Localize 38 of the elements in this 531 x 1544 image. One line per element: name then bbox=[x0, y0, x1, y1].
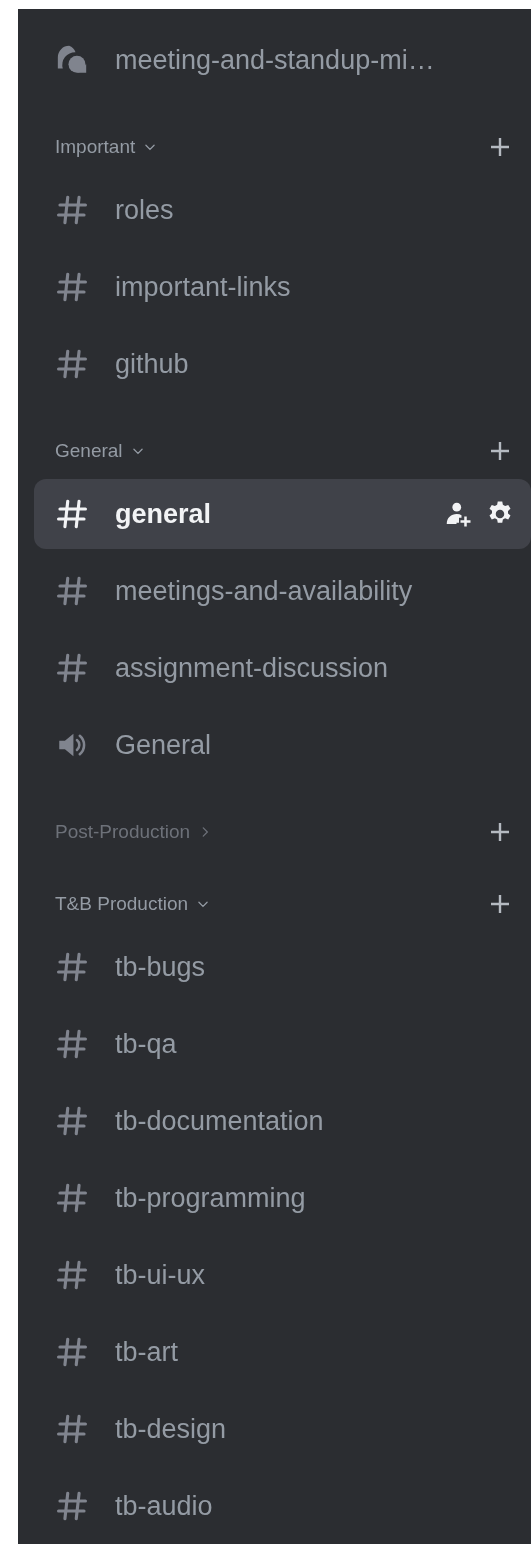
channel-item[interactable]: tb-ui-ux bbox=[34, 1240, 531, 1310]
channel-item[interactable]: important-links bbox=[34, 252, 531, 322]
category-header[interactable]: T&B Production bbox=[55, 893, 211, 915]
channel-item[interactable]: github bbox=[34, 329, 531, 399]
hash-icon bbox=[55, 347, 89, 381]
channel-item[interactable]: tb-qa bbox=[34, 1009, 531, 1079]
channel-item[interactable]: tb-programming bbox=[34, 1163, 531, 1233]
category-header[interactable]: Important bbox=[55, 136, 158, 158]
hash-icon bbox=[55, 193, 89, 227]
hash-icon bbox=[55, 497, 89, 531]
channel-item[interactable]: meetings-and-availability bbox=[34, 556, 531, 626]
channel-item[interactable]: tb-bugs bbox=[34, 932, 531, 1002]
channel-item[interactable]: tb-documentation bbox=[34, 1086, 531, 1156]
category-header[interactable]: Post-Production bbox=[55, 821, 213, 843]
plus-icon[interactable] bbox=[488, 892, 512, 916]
channel-item[interactable]: roles bbox=[34, 175, 531, 245]
hash-icon bbox=[55, 574, 89, 608]
plus-icon[interactable] bbox=[488, 820, 512, 844]
channel-item[interactable]: general bbox=[34, 479, 531, 549]
hash-icon bbox=[55, 1104, 89, 1138]
channel-item[interactable]: tb-art bbox=[34, 1317, 531, 1387]
hash-icon bbox=[55, 950, 89, 984]
channel-item[interactable]: General bbox=[34, 710, 531, 780]
channel-item[interactable]: assignment-discussion bbox=[34, 633, 531, 703]
hash-icon bbox=[55, 1489, 89, 1523]
channel-item[interactable]: tb-audio bbox=[34, 1471, 531, 1541]
plus-icon[interactable] bbox=[488, 135, 512, 159]
channel-item[interactable]: meeting-and-standup-mi… bbox=[34, 25, 531, 95]
hash-icon bbox=[55, 1258, 89, 1292]
hash-icon bbox=[55, 651, 89, 685]
hash-icon bbox=[55, 1181, 89, 1215]
category-header[interactable]: General bbox=[55, 440, 145, 462]
plus-icon[interactable] bbox=[488, 439, 512, 463]
hash-icon bbox=[55, 1335, 89, 1369]
hash-icon bbox=[55, 270, 89, 304]
channel-item[interactable]: tb-design bbox=[34, 1394, 531, 1464]
hash-icon bbox=[55, 1412, 89, 1446]
hash-icon bbox=[55, 1027, 89, 1061]
